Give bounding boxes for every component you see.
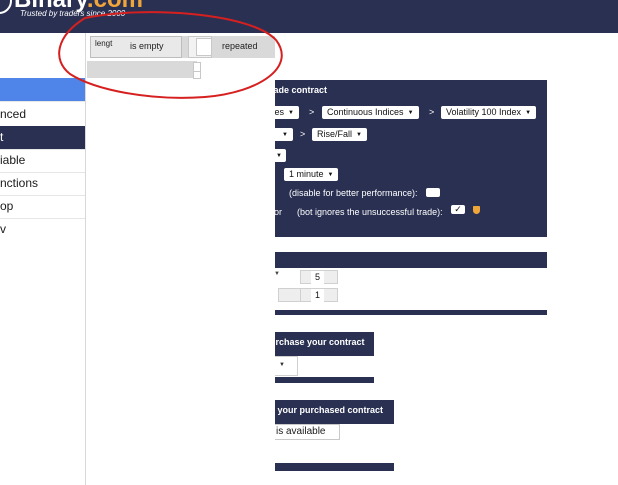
- red-annotation-circle: [58, 11, 283, 99]
